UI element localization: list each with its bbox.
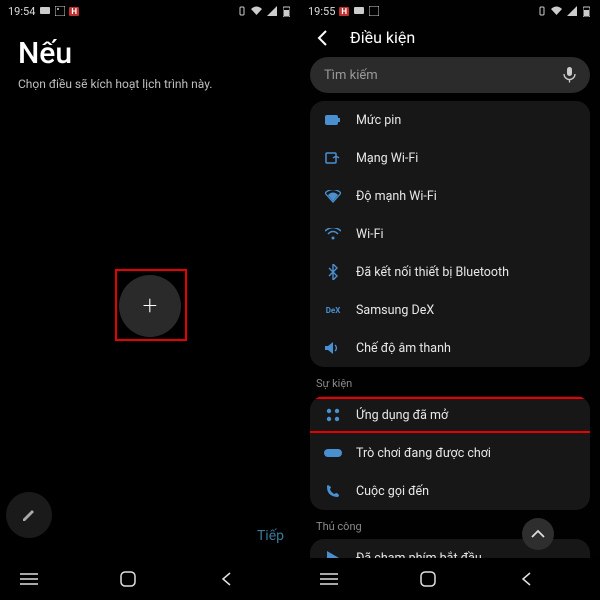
screen-if: 19:54 H Nếu Chọn điều sẽ kích hoạt lịch … [0, 0, 300, 600]
back-button[interactable] [314, 29, 332, 47]
plus-icon: + [143, 291, 158, 321]
battery-icon [324, 111, 342, 129]
dex-icon: DeX [324, 301, 342, 319]
apps-icon [324, 406, 342, 424]
status-bar: 19:54 H [0, 0, 300, 22]
scroll-top-fab[interactable] [522, 518, 554, 550]
phone-icon [324, 482, 342, 500]
message-icon [353, 6, 364, 17]
app-badge-icon: H [339, 7, 349, 16]
status-time: 19:54 [8, 5, 35, 18]
row-label: Wi-Fi [356, 227, 384, 242]
row-label: Ứng dụng đã mở [356, 408, 448, 423]
condition-sound-mode[interactable]: Chế độ âm thanh [310, 329, 590, 367]
nav-recent[interactable] [320, 572, 380, 586]
nav-back[interactable] [220, 572, 280, 586]
image-icon [368, 6, 379, 17]
row-label: Độ mạnh Wi-Fi [356, 189, 437, 204]
condition-app-opened[interactable]: Ứng dụng đã mở [310, 396, 590, 434]
screen-conditions: 19:55 H Điều kiện Tìm kiếm Mức pin [300, 0, 600, 600]
signal-icon [266, 6, 277, 17]
nav-home[interactable] [120, 571, 180, 587]
row-label: Mạng Wi-Fi [356, 151, 418, 166]
battery-status-icon [281, 6, 292, 17]
nav-home[interactable] [420, 571, 480, 587]
row-label: Mức pin [356, 113, 401, 128]
wifi-strength-icon [324, 187, 342, 205]
search-input[interactable]: Tìm kiếm [310, 57, 590, 93]
sound-icon [324, 339, 342, 357]
row-label: Samsung DeX [356, 303, 434, 318]
status-time: 19:55 [308, 5, 335, 18]
wifi-icon [324, 225, 342, 243]
condition-group-status: Mức pin Mạng Wi-Fi Độ mạnh Wi-Fi Wi-Fi Đ… [310, 101, 590, 367]
section-event-label: Sự kiện [310, 375, 590, 396]
condition-battery[interactable]: Mức pin [310, 101, 590, 139]
wifi-status-icon [551, 6, 562, 17]
condition-wifi-network[interactable]: Mạng Wi-Fi [310, 139, 590, 177]
condition-dex[interactable]: DeX Samsung DeX [310, 291, 590, 329]
condition-bluetooth[interactable]: Đã kết nối thiết bị Bluetooth [310, 253, 590, 291]
add-condition-button[interactable]: + [119, 275, 181, 337]
chevron-left-icon [314, 29, 332, 47]
vibrate-icon [536, 6, 547, 17]
app-badge-icon: H [69, 7, 79, 16]
wifi-network-icon [324, 149, 342, 167]
page-subtitle: Chọn điều sẽ kích hoạt lịch trình này. [18, 77, 282, 91]
nav-back[interactable] [520, 572, 580, 586]
mic-icon[interactable] [563, 67, 576, 83]
row-label: Trò chơi đang được chơi [356, 446, 491, 461]
vibrate-icon [236, 6, 247, 17]
condition-game-playing[interactable]: Trò chơi đang được chơi [310, 434, 590, 472]
page-title: Nếu [18, 36, 282, 71]
condition-wifi-strength[interactable]: Độ mạnh Wi-Fi [310, 177, 590, 215]
nav-bar [300, 558, 600, 600]
signal-icon [566, 6, 577, 17]
status-bar: 19:55 H [300, 0, 600, 22]
row-label: Cuộc gọi đến [356, 484, 429, 499]
image-icon [54, 6, 65, 17]
pencil-icon [21, 507, 37, 523]
nav-recent[interactable] [20, 572, 80, 586]
edit-fab[interactable] [6, 492, 52, 538]
row-label: Chế độ âm thanh [356, 341, 451, 356]
condition-wifi[interactable]: Wi-Fi [310, 215, 590, 253]
message-icon [39, 6, 50, 17]
chevron-up-icon [531, 529, 545, 539]
wifi-status-icon [251, 6, 262, 17]
header-title: Điều kiện [350, 28, 415, 47]
search-placeholder: Tìm kiếm [324, 68, 378, 83]
gamepad-icon [324, 444, 342, 462]
battery-status-icon [581, 6, 592, 17]
bluetooth-icon [324, 263, 342, 281]
row-label: Đã kết nối thiết bị Bluetooth [356, 265, 509, 280]
condition-incoming-call[interactable]: Cuộc gọi đến [310, 472, 590, 510]
nav-bar [0, 558, 300, 600]
condition-group-event: Ứng dụng đã mở Trò chơi đang được chơi C… [310, 396, 590, 510]
next-button[interactable]: Tiếp [257, 528, 284, 544]
